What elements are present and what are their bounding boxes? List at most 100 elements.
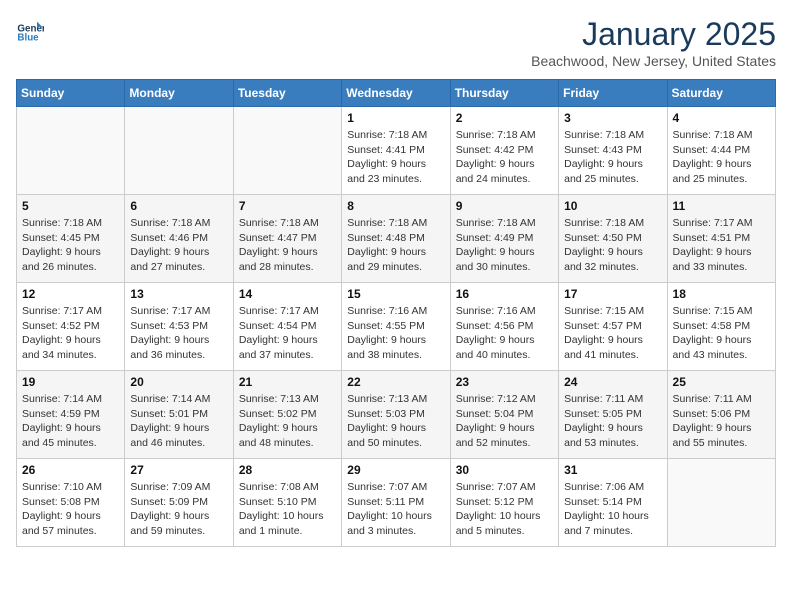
day-info: Sunrise: 7:14 AM Sunset: 4:59 PM Dayligh…: [22, 392, 119, 451]
day-info: Sunrise: 7:18 AM Sunset: 4:45 PM Dayligh…: [22, 216, 119, 275]
calendar-cell: 14Sunrise: 7:17 AM Sunset: 4:54 PM Dayli…: [233, 283, 341, 371]
day-number: 5: [22, 199, 119, 213]
day-info: Sunrise: 7:17 AM Sunset: 4:52 PM Dayligh…: [22, 304, 119, 363]
day-number: 30: [456, 463, 553, 477]
calendar-cell: 1Sunrise: 7:18 AM Sunset: 4:41 PM Daylig…: [342, 107, 450, 195]
weekday-header-thursday: Thursday: [450, 80, 558, 107]
day-number: 21: [239, 375, 336, 389]
calendar-cell: [17, 107, 125, 195]
page-header: General Blue January 2025 Beachwood, New…: [16, 16, 776, 69]
day-info: Sunrise: 7:08 AM Sunset: 5:10 PM Dayligh…: [239, 480, 336, 539]
day-number: 16: [456, 287, 553, 301]
day-number: 25: [673, 375, 770, 389]
calendar-cell: 21 Sunrise: 7:13 AM Sunset: 5:02 PM Dayli…: [233, 371, 341, 459]
day-info: Sunrise: 7:18 AM Sunset: 4:44 PM Dayligh…: [673, 128, 770, 187]
calendar-cell: 28 Sunrise: 7:08 AM Sunset: 5:10 PM Dayli…: [233, 459, 341, 547]
calendar-cell: 11 Sunrise: 7:17 AM Sunset: 4:51 PM Dayli…: [667, 195, 775, 283]
day-info: Sunrise: 7:07 AM Sunset: 5:12 PM Dayligh…: [456, 480, 553, 539]
calendar-cell: 2 Sunrise: 7:18 AM Sunset: 4:42 PM Daylig…: [450, 107, 558, 195]
day-info: Sunrise: 7:18 AM Sunset: 4:42 PM Dayligh…: [456, 128, 553, 187]
day-info: Sunrise: 7:13 AM Sunset: 5:02 PM Dayligh…: [239, 392, 336, 451]
day-number: 9: [456, 199, 553, 213]
calendar-cell: 18 Sunrise: 7:15 AM Sunset: 4:58 PM Dayli…: [667, 283, 775, 371]
day-number: 18: [673, 287, 770, 301]
calendar-week-3: 12 Sunrise: 7:17 AM Sunset: 4:52 PM Dayli…: [17, 283, 776, 371]
calendar-cell: 20Sunrise: 7:14 AM Sunset: 5:01 PM Dayli…: [125, 371, 233, 459]
calendar-cell: 26 Sunrise: 7:10 AM Sunset: 5:08 PM Dayli…: [17, 459, 125, 547]
day-info: Sunrise: 7:18 AM Sunset: 4:48 PM Dayligh…: [347, 216, 444, 275]
day-info: Sunrise: 7:07 AM Sunset: 5:11 PM Dayligh…: [347, 480, 444, 539]
day-info: Sunrise: 7:16 AM Sunset: 4:56 PM Dayligh…: [456, 304, 553, 363]
day-info: Sunrise: 7:18 AM Sunset: 4:50 PM Dayligh…: [564, 216, 661, 275]
logo: General Blue: [16, 16, 44, 44]
calendar-cell: 27Sunrise: 7:09 AM Sunset: 5:09 PM Dayli…: [125, 459, 233, 547]
svg-text:Blue: Blue: [17, 33, 39, 44]
day-info: Sunrise: 7:16 AM Sunset: 4:55 PM Dayligh…: [347, 304, 444, 363]
calendar-cell: 16 Sunrise: 7:16 AM Sunset: 4:56 PM Dayli…: [450, 283, 558, 371]
calendar-cell: 4Sunrise: 7:18 AM Sunset: 4:44 PM Daylig…: [667, 107, 775, 195]
day-info: Sunrise: 7:18 AM Sunset: 4:43 PM Dayligh…: [564, 128, 661, 187]
calendar-cell: 6 Sunrise: 7:18 AM Sunset: 4:46 PM Daylig…: [125, 195, 233, 283]
calendar-cell: 29 Sunrise: 7:07 AM Sunset: 5:11 PM Dayli…: [342, 459, 450, 547]
day-number: 3: [564, 111, 661, 125]
calendar-cell: 10Sunrise: 7:18 AM Sunset: 4:50 PM Dayli…: [559, 195, 667, 283]
weekday-header-friday: Friday: [559, 80, 667, 107]
day-info: Sunrise: 7:06 AM Sunset: 5:14 PM Dayligh…: [564, 480, 661, 539]
day-number: 27: [130, 463, 227, 477]
day-info: Sunrise: 7:15 AM Sunset: 4:57 PM Dayligh…: [564, 304, 661, 363]
calendar-week-1: 1Sunrise: 7:18 AM Sunset: 4:41 PM Daylig…: [17, 107, 776, 195]
day-number: 7: [239, 199, 336, 213]
calendar-cell: 19 Sunrise: 7:14 AM Sunset: 4:59 PM Dayli…: [17, 371, 125, 459]
title-block: January 2025 Beachwood, New Jersey, Unit…: [531, 16, 776, 69]
day-number: 22: [347, 375, 444, 389]
day-number: 15: [347, 287, 444, 301]
location: Beachwood, New Jersey, United States: [531, 53, 776, 69]
calendar-cell: 13Sunrise: 7:17 AM Sunset: 4:53 PM Dayli…: [125, 283, 233, 371]
calendar-cell: 25 Sunrise: 7:11 AM Sunset: 5:06 PM Dayli…: [667, 371, 775, 459]
calendar-cell: 3 Sunrise: 7:18 AM Sunset: 4:43 PM Daylig…: [559, 107, 667, 195]
day-info: Sunrise: 7:18 AM Sunset: 4:47 PM Dayligh…: [239, 216, 336, 275]
calendar-cell: 7 Sunrise: 7:18 AM Sunset: 4:47 PM Daylig…: [233, 195, 341, 283]
day-number: 11: [673, 199, 770, 213]
day-info: Sunrise: 7:11 AM Sunset: 5:05 PM Dayligh…: [564, 392, 661, 451]
day-info: Sunrise: 7:12 AM Sunset: 5:04 PM Dayligh…: [456, 392, 553, 451]
calendar-week-4: 19 Sunrise: 7:14 AM Sunset: 4:59 PM Dayli…: [17, 371, 776, 459]
day-number: 26: [22, 463, 119, 477]
calendar-table: SundayMondayTuesdayWednesdayThursdayFrid…: [16, 79, 776, 547]
day-info: Sunrise: 7:15 AM Sunset: 4:58 PM Dayligh…: [673, 304, 770, 363]
month-title: January 2025: [531, 16, 776, 53]
day-info: Sunrise: 7:18 AM Sunset: 4:46 PM Dayligh…: [130, 216, 227, 275]
calendar-cell: 31 Sunrise: 7:06 AM Sunset: 5:14 PM Dayli…: [559, 459, 667, 547]
calendar-cell: [125, 107, 233, 195]
calendar-cell: 12 Sunrise: 7:17 AM Sunset: 4:52 PM Dayli…: [17, 283, 125, 371]
day-info: Sunrise: 7:17 AM Sunset: 4:53 PM Dayligh…: [130, 304, 227, 363]
day-number: 29: [347, 463, 444, 477]
calendar-cell: 15 Sunrise: 7:16 AM Sunset: 4:55 PM Dayli…: [342, 283, 450, 371]
day-info: Sunrise: 7:13 AM Sunset: 5:03 PM Dayligh…: [347, 392, 444, 451]
weekday-header-sunday: Sunday: [17, 80, 125, 107]
day-number: 31: [564, 463, 661, 477]
day-info: Sunrise: 7:17 AM Sunset: 4:51 PM Dayligh…: [673, 216, 770, 275]
day-number: 2: [456, 111, 553, 125]
day-number: 6: [130, 199, 227, 213]
calendar-cell: 23Sunrise: 7:12 AM Sunset: 5:04 PM Dayli…: [450, 371, 558, 459]
day-number: 8: [347, 199, 444, 213]
day-number: 19: [22, 375, 119, 389]
calendar-cell: 9Sunrise: 7:18 AM Sunset: 4:49 PM Daylig…: [450, 195, 558, 283]
logo-icon: General Blue: [16, 16, 44, 44]
day-number: 20: [130, 375, 227, 389]
day-info: Sunrise: 7:11 AM Sunset: 5:06 PM Dayligh…: [673, 392, 770, 451]
calendar-cell: 8 Sunrise: 7:18 AM Sunset: 4:48 PM Daylig…: [342, 195, 450, 283]
day-number: 12: [22, 287, 119, 301]
day-number: 28: [239, 463, 336, 477]
weekday-header-tuesday: Tuesday: [233, 80, 341, 107]
day-info: Sunrise: 7:18 AM Sunset: 4:41 PM Dayligh…: [347, 128, 444, 187]
day-info: Sunrise: 7:17 AM Sunset: 4:54 PM Dayligh…: [239, 304, 336, 363]
calendar-cell: [667, 459, 775, 547]
calendar-week-5: 26 Sunrise: 7:10 AM Sunset: 5:08 PM Dayli…: [17, 459, 776, 547]
calendar-cell: 30 Sunrise: 7:07 AM Sunset: 5:12 PM Dayli…: [450, 459, 558, 547]
day-info: Sunrise: 7:10 AM Sunset: 5:08 PM Dayligh…: [22, 480, 119, 539]
weekday-header-saturday: Saturday: [667, 80, 775, 107]
day-number: 17: [564, 287, 661, 301]
calendar-cell: 17 Sunrise: 7:15 AM Sunset: 4:57 PM Dayli…: [559, 283, 667, 371]
